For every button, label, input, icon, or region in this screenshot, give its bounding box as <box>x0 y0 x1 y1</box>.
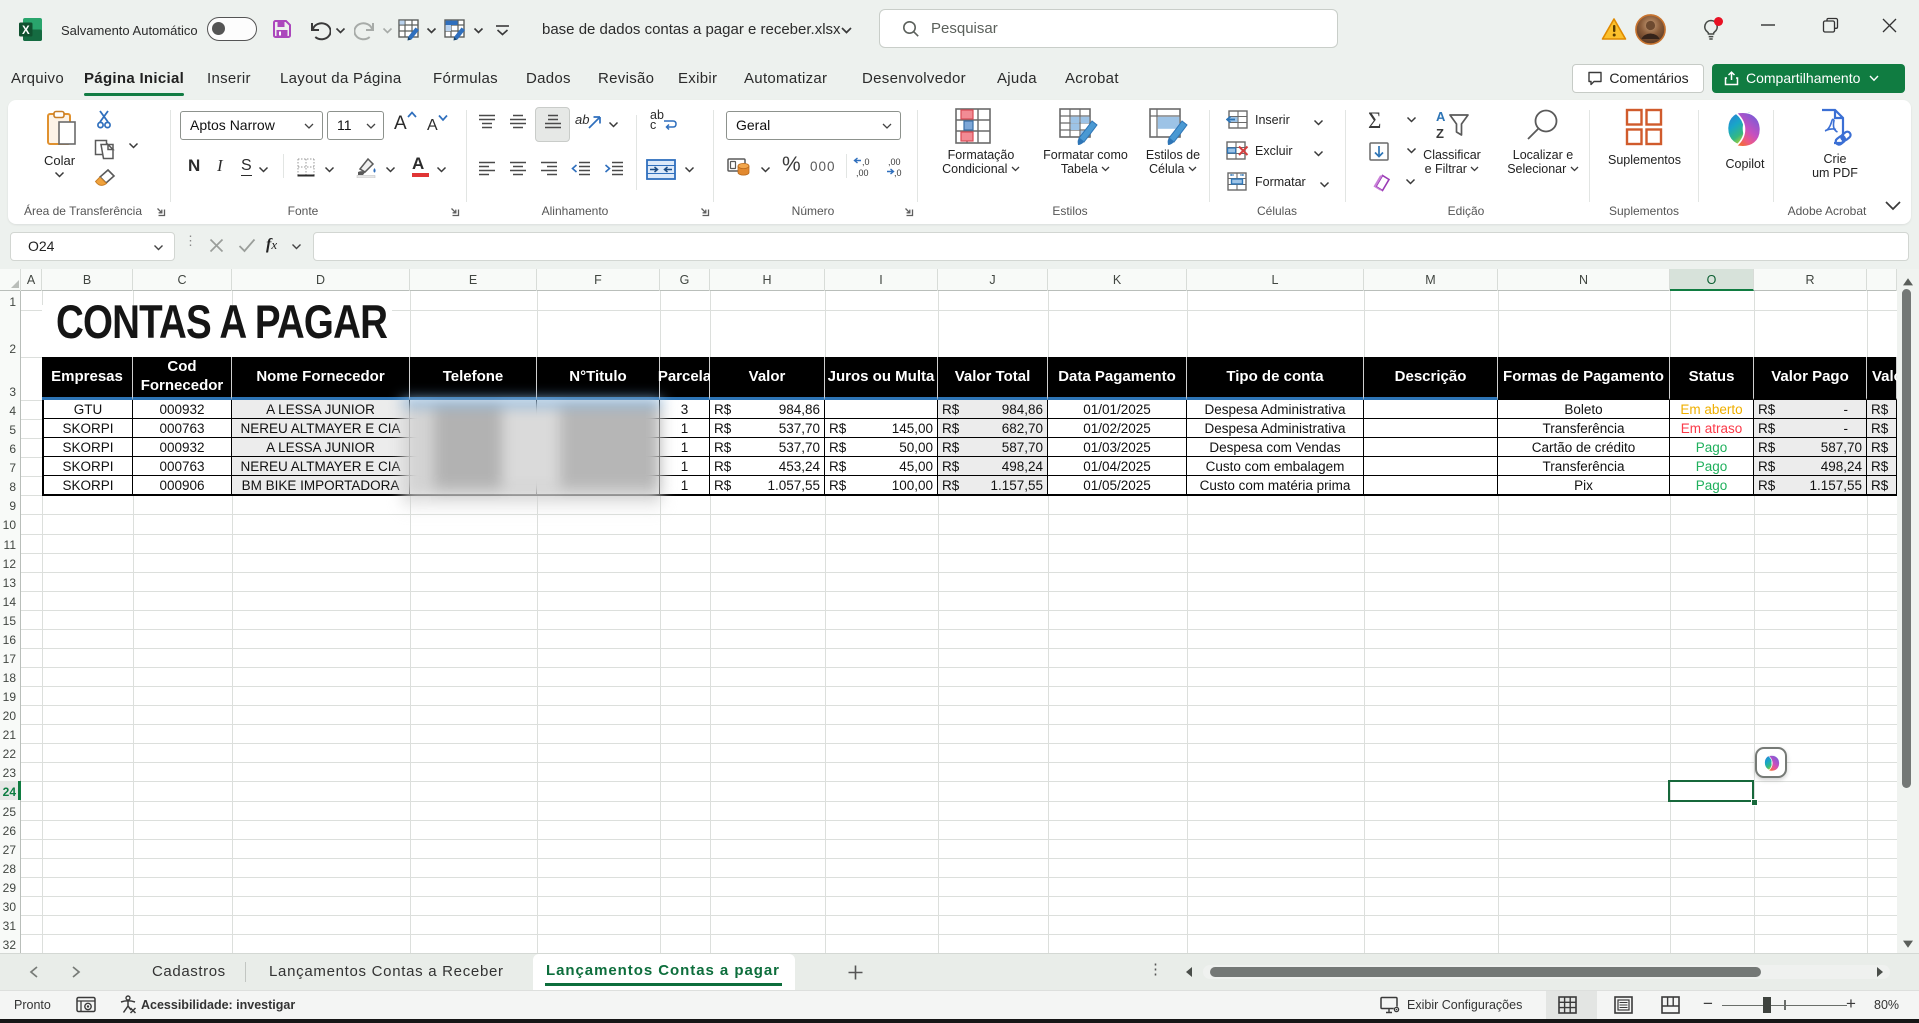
svg-text:X: X <box>22 25 30 37</box>
svg-text:,0: ,0 <box>862 157 870 167</box>
svg-text:,00: ,00 <box>856 168 869 178</box>
svg-text:A: A <box>1436 109 1446 124</box>
svg-text:,0: ,0 <box>894 168 902 178</box>
svg-text:Z: Z <box>1436 126 1444 141</box>
svg-text:,00: ,00 <box>888 157 901 167</box>
